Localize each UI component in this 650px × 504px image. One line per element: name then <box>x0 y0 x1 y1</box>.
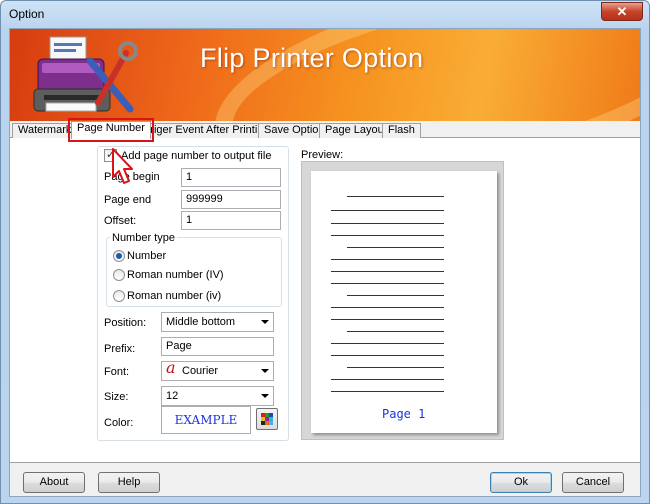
color-example-preview: EXAMPLE <box>161 406 251 434</box>
page-begin-input[interactable]: 1 <box>181 168 281 187</box>
position-label: Position: <box>104 317 147 329</box>
chevron-down-icon <box>261 394 269 398</box>
offset-input[interactable]: 1 <box>181 211 281 230</box>
tab-page-number[interactable]: Page Number <box>68 118 154 142</box>
help-button[interactable]: Help <box>98 472 160 493</box>
font-label: Font: <box>104 366 130 378</box>
help-button-label: Help <box>117 476 141 488</box>
offset-label: Offset: <box>104 215 137 227</box>
radio-number[interactable] <box>113 250 125 262</box>
chevron-down-icon <box>261 369 269 373</box>
window-title: Option <box>9 7 45 21</box>
mouse-pointer-icon <box>112 148 133 184</box>
add-page-number-label: Add page number to output file <box>121 150 272 162</box>
ok-button-label: Ok <box>513 476 529 488</box>
preview-page-number: Page 1 <box>382 407 426 421</box>
number-type-legend: Number type <box>110 232 177 244</box>
size-select-value: 12 <box>166 390 179 402</box>
preview-text-line <box>331 343 444 344</box>
preview-text-line <box>331 210 444 211</box>
preview-text-line <box>331 235 444 236</box>
font-select-value: Courier <box>182 365 219 377</box>
cancel-button-label: Cancel <box>575 476 611 488</box>
preview-text-line <box>331 259 444 260</box>
radio-roman-lower-label[interactable]: Roman number (iv) <box>127 290 221 302</box>
preview-text-line <box>347 247 444 248</box>
close-button[interactable]: ✕ <box>601 2 643 21</box>
radio-roman-upper[interactable] <box>113 269 125 281</box>
size-label: Size: <box>104 391 129 403</box>
preview-text-line <box>347 367 444 368</box>
prefix-input[interactable]: Page <box>161 337 274 356</box>
tab-triger-event-after-printing[interactable]: Triger Event After Printing <box>138 123 276 138</box>
preview-text-line <box>331 355 444 356</box>
position-select-value: Middle bottom <box>166 316 236 328</box>
ok-button[interactable]: Ok <box>490 472 552 493</box>
preview-text-line <box>347 295 444 296</box>
color-palette-icon <box>261 413 273 425</box>
radio-roman-lower[interactable] <box>113 290 125 302</box>
radio-number-label[interactable]: Number <box>127 250 166 262</box>
cancel-button[interactable]: Cancel <box>562 472 624 493</box>
printer-tools-icon <box>33 36 138 113</box>
banner-title: Flip Printer Option <box>200 43 424 73</box>
preview-text-line <box>347 331 444 332</box>
tab-strip: Watermark Page Number Triger Event After… <box>10 118 640 142</box>
tab-flash[interactable]: Flash <box>382 123 421 138</box>
about-button-label: About <box>39 476 69 488</box>
position-select[interactable]: Middle bottom <box>161 312 274 332</box>
preview-label: Preview: <box>301 149 344 161</box>
color-picker-button[interactable] <box>256 408 278 430</box>
prefix-label: Prefix: <box>104 343 136 355</box>
font-type-icon: a <box>166 358 176 377</box>
preview-text-line <box>331 223 444 224</box>
option-window: Option ✕ Flip Printer Option Watermark P… <box>0 0 650 504</box>
preview-text-line <box>347 196 444 197</box>
preview-text-line <box>331 319 444 320</box>
tab-watermark[interactable]: Watermark <box>12 123 78 138</box>
color-label: Color: <box>104 417 134 429</box>
preview-text-line <box>331 379 444 380</box>
preview-text-line <box>331 271 444 272</box>
title-bar[interactable]: Option ✕ <box>1 1 649 27</box>
page-end-input[interactable]: 999999 <box>181 190 281 209</box>
chevron-down-icon <box>261 320 269 324</box>
page-end-label: Page end <box>104 194 152 206</box>
font-select[interactable]: a Courier <box>161 358 274 381</box>
preview-text-line <box>331 307 444 308</box>
about-button[interactable]: About <box>23 472 85 493</box>
radio-roman-upper-label[interactable]: Roman number (IV) <box>127 269 224 281</box>
size-select[interactable]: 12 <box>161 386 274 406</box>
header-banner: Flip Printer Option <box>10 29 640 121</box>
preview-text-line <box>331 391 444 392</box>
preview-text-line <box>331 283 444 284</box>
